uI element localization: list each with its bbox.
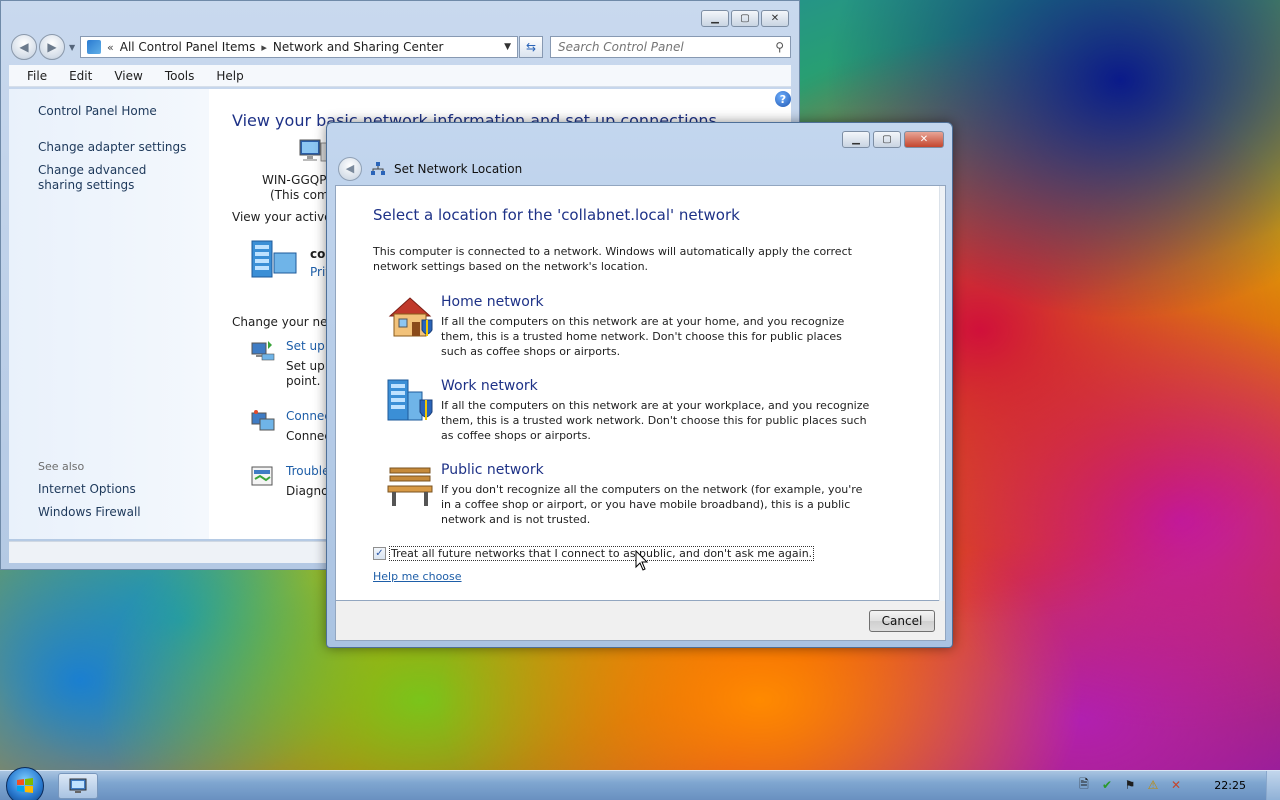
minimize-button[interactable]: ▁	[701, 10, 729, 27]
address-bar[interactable]: « All Control Panel Items ▸ Network and …	[80, 36, 518, 58]
dialog-caption-buttons: ▁ ▢ ✕	[842, 131, 944, 148]
taskbar-control-panel-button[interactable]	[58, 773, 98, 799]
checkmark-icon: ✓	[375, 547, 384, 559]
sidebar-link-control-panel-home[interactable]: Control Panel Home	[38, 104, 157, 119]
menu-tools[interactable]: Tools	[153, 69, 205, 83]
dialog-content: Select a location for the 'collabnet.loc…	[335, 185, 946, 602]
search-box[interactable]: ⚲	[550, 36, 791, 58]
option-home-description: If all the computers on this network are…	[441, 315, 845, 358]
back-arrow-icon: ◀	[345, 162, 355, 175]
start-button[interactable]	[6, 767, 44, 800]
option-public-description: If you don't recognize all the computers…	[441, 483, 863, 526]
option-work-title[interactable]: Work network	[441, 378, 538, 394]
network-icon	[371, 161, 385, 175]
dialog-back-button[interactable]: ◀	[338, 156, 362, 181]
control-panel-icon	[87, 40, 101, 54]
menu-file[interactable]: File	[15, 69, 57, 83]
back-button[interactable]: ◀	[11, 34, 37, 60]
navigation-buttons: ◀ ▶ ▼	[11, 34, 75, 60]
window-caption-buttons: ▁ ▢ ✕	[701, 10, 789, 27]
new-connection-icon	[251, 341, 275, 361]
see-also-heading: See also	[38, 460, 85, 473]
back-arrow-icon: ◀	[19, 40, 29, 54]
address-overflow-icon[interactable]: «	[107, 41, 114, 54]
task-desc-connect: Connec	[286, 429, 331, 443]
help-me-choose-link[interactable]: Help me choose	[373, 570, 462, 583]
search-input[interactable]	[558, 40, 758, 54]
option-work-description: If all the computers on this network are…	[441, 399, 870, 442]
breadcrumb-all-items[interactable]: All Control Panel Items	[120, 40, 256, 54]
recent-pages-dropdown[interactable]: ▼	[69, 43, 75, 60]
treat-as-public-checkbox[interactable]: ✓	[373, 547, 386, 560]
house-icon	[388, 297, 433, 337]
control-panel-taskbar-icon	[69, 778, 87, 793]
content-scrollbar	[939, 186, 945, 602]
office-building-icon	[387, 379, 433, 421]
dialog-footer: Cancel	[335, 601, 946, 641]
network-warning-icon[interactable]: ⚠	[1145, 776, 1161, 794]
close-icon: ✕	[770, 13, 780, 24]
sidebar-link-change-adapter-settings[interactable]: Change adapter settings	[38, 140, 186, 155]
taskbar: 🗎 ✔ ⚑ ⚠ ✕ 22:25	[0, 767, 1280, 800]
dialog-maximize-button[interactable]: ▢	[873, 131, 901, 148]
menu-help[interactable]: Help	[204, 69, 253, 83]
clock[interactable]: 22:25	[1214, 779, 1246, 792]
search-icon[interactable]: ⚲	[775, 40, 784, 54]
maximize-icon: ▢	[740, 13, 750, 24]
dialog-heading: Select a location for the 'collabnet.loc…	[373, 206, 740, 224]
notification-document-icon[interactable]: 🗎	[1076, 776, 1092, 794]
sidebar-link-change-advanced-sharing[interactable]: Change advanced sharing settings	[38, 163, 188, 193]
option-home-network[interactable]: Home network If all the computers on thi…	[386, 294, 886, 368]
close-icon: ✕	[919, 134, 929, 145]
dialog-close-button[interactable]: ✕	[904, 131, 944, 148]
cancel-button[interactable]: Cancel	[869, 610, 935, 632]
computer-icon	[299, 139, 328, 162]
breadcrumb-network-sharing[interactable]: Network and Sharing Center	[273, 40, 444, 54]
action-center-flag-icon[interactable]: ⚑	[1122, 776, 1138, 794]
windows-logo-icon	[17, 778, 33, 793]
breadcrumb-separator-icon[interactable]: ▸	[261, 41, 267, 54]
dialog-title: Set Network Location	[394, 161, 523, 176]
security-check-icon[interactable]: ✔	[1099, 776, 1115, 794]
menu-view[interactable]: View	[102, 69, 152, 83]
minimize-icon: ▁	[852, 134, 860, 145]
mouse-cursor-icon	[635, 550, 649, 571]
volume-muted-icon[interactable]: ✕	[1168, 776, 1184, 794]
dialog-header: ◀ Set Network Location	[335, 153, 946, 184]
refresh-button[interactable]: ⇆	[519, 36, 543, 58]
sidebar: Control Panel Home Change adapter settin…	[9, 89, 209, 539]
dialog-minimize-button[interactable]: ▁	[842, 131, 870, 148]
treat-as-public-checkbox-row[interactable]: ✓ Treat all future networks that I conne…	[373, 546, 815, 561]
option-work-network[interactable]: Work network If all the computers on thi…	[386, 378, 886, 452]
troubleshoot-icon	[251, 466, 273, 486]
menu-edit[interactable]: Edit	[57, 69, 102, 83]
treat-as-public-label[interactable]: Treat all future networks that I connect…	[389, 546, 815, 561]
address-dropdown-icon[interactable]: ▼	[504, 42, 511, 52]
task-link-troubleshoot[interactable]: Trouble	[286, 464, 330, 478]
menu-bar: File Edit View Tools Help	[9, 65, 791, 87]
close-button[interactable]: ✕	[761, 10, 789, 27]
see-also-windows-firewall[interactable]: Windows Firewall	[38, 505, 141, 520]
computer-name: WIN-GGQPE	[262, 173, 335, 187]
option-home-title[interactable]: Home network	[441, 294, 544, 310]
forward-arrow-icon: ▶	[47, 40, 57, 54]
task-link-connect[interactable]: Connec	[286, 409, 331, 423]
option-public-network[interactable]: Public network If you don't recognize al…	[386, 462, 886, 536]
network-building-icon	[251, 240, 297, 278]
maximize-button[interactable]: ▢	[731, 10, 759, 27]
minimize-icon: ▁	[711, 13, 719, 24]
refresh-icon: ⇆	[525, 40, 537, 54]
option-public-title[interactable]: Public network	[441, 462, 544, 478]
connect-network-icon	[251, 410, 275, 431]
dialog-intro-text: This computer is connected to a network.…	[373, 245, 852, 273]
show-desktop-button[interactable]	[1266, 771, 1280, 800]
see-also-internet-options[interactable]: Internet Options	[38, 482, 136, 497]
maximize-icon: ▢	[882, 134, 892, 145]
forward-button[interactable]: ▶	[39, 34, 65, 60]
park-bench-icon	[387, 467, 433, 506]
system-tray: 🗎 ✔ ⚑ ⚠ ✕	[1076, 776, 1184, 794]
